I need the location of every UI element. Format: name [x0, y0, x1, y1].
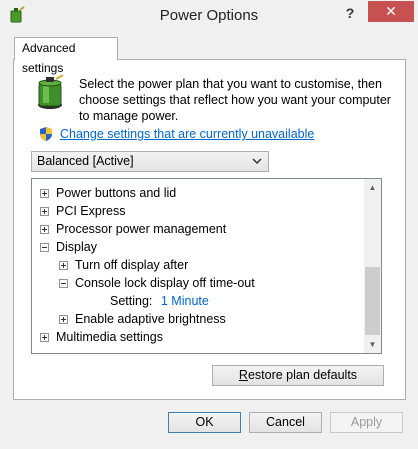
tree-item-turn-off-display-after[interactable]: Turn off display after	[59, 256, 188, 274]
restore-plan-defaults-button[interactable]: Restore plan defaults	[212, 365, 384, 386]
tab-advanced-settings[interactable]: Advanced settings	[14, 37, 118, 75]
collapse-minus-icon[interactable]	[40, 243, 49, 252]
expand-plus-icon[interactable]	[40, 225, 49, 234]
tree-item-label: Multimedia settings	[56, 330, 163, 344]
tree-item-label: Turn off display after	[75, 258, 189, 272]
tree-item-display[interactable]: Display	[40, 238, 97, 256]
scroll-down-arrow-icon[interactable]: ▼	[364, 336, 381, 353]
ok-button[interactable]: OK	[168, 412, 241, 433]
chevron-down-icon	[252, 158, 262, 165]
expand-plus-icon[interactable]	[40, 333, 49, 342]
collapse-minus-icon[interactable]	[59, 279, 68, 288]
tree-item-pci-express[interactable]: PCI Express	[40, 202, 125, 220]
tree-item-processor-power-management[interactable]: Processor power management	[40, 220, 226, 238]
tree-item-label: Display	[56, 240, 97, 254]
tree-item-power-buttons-and-lid[interactable]: Power buttons and lid	[40, 184, 176, 202]
plan-description: Select the power plan that you want to c…	[79, 77, 391, 123]
expand-plus-icon[interactable]	[59, 315, 68, 324]
title-bar: Power Options ? ✕	[0, 0, 418, 31]
help-button[interactable]: ?	[335, 3, 365, 23]
advanced-settings-panel: Select the power plan that you want to c…	[13, 59, 406, 400]
power-plan-dropdown[interactable]: Balanced [Active]	[31, 151, 269, 172]
apply-button[interactable]: Apply	[330, 412, 403, 433]
uac-shield-icon	[40, 127, 52, 141]
close-button[interactable]: ✕	[368, 1, 414, 22]
expand-plus-icon[interactable]	[40, 207, 49, 216]
vertical-scrollbar[interactable]: ▲ ▼	[364, 179, 381, 353]
tree-item-label: Processor power management	[56, 222, 227, 236]
restore-accelerator: R	[238, 368, 248, 382]
tree-item-enable-adaptive-brightness[interactable]: Enable adaptive brightness	[59, 310, 226, 328]
tree-item-label: PCI Express	[56, 204, 126, 218]
expand-plus-icon[interactable]	[40, 189, 49, 198]
scrollbar-thumb[interactable]	[365, 267, 380, 335]
tree-item-setting[interactable]: Setting: 1 Minute	[110, 292, 209, 310]
cancel-button[interactable]: Cancel	[249, 412, 322, 433]
tree-item-multimedia-settings[interactable]: Multimedia settings	[40, 328, 163, 346]
restore-label: estore plan defaults	[247, 368, 358, 382]
tree-item-console-lock-display-off-timeout[interactable]: Console lock display off time-out	[59, 274, 255, 292]
change-unavailable-settings-link[interactable]: Change settings that are currently unava…	[60, 127, 314, 141]
expand-plus-icon[interactable]	[59, 261, 68, 270]
scroll-up-arrow-icon[interactable]: ▲	[364, 179, 381, 196]
setting-label: Setting:	[110, 294, 153, 308]
settings-tree[interactable]: Power buttons and lid PCI Express Proces…	[31, 178, 382, 354]
battery-power-icon	[38, 75, 64, 109]
tree-item-label: Console lock display off time-out	[75, 276, 255, 290]
setting-value-link[interactable]: 1 Minute	[161, 294, 209, 308]
power-plan-value: Balanced [Active]	[37, 154, 134, 168]
tree-item-label: Enable adaptive brightness	[75, 312, 226, 326]
tree-item-label: Power buttons and lid	[56, 186, 177, 200]
